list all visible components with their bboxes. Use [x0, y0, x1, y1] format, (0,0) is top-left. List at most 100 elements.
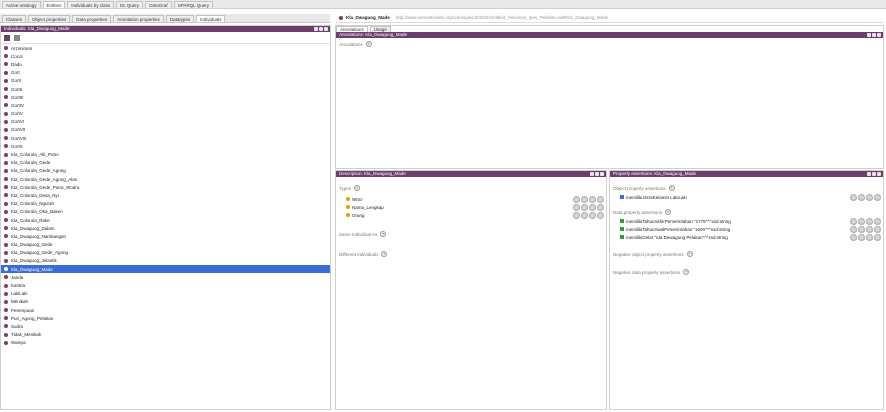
- individual-list-item[interactable]: Kla_Colorola_Oka_Baken: [1, 208, 330, 216]
- individual-label: Cocol: [11, 53, 23, 59]
- individual-list-item[interactable]: GortII: [1, 85, 330, 93]
- individual-list-item[interactable]: Kla_Dwaguog_Gede_Agong: [1, 249, 330, 257]
- individual-label: Kastria: [11, 283, 26, 289]
- individual-list-item[interactable]: Kla_Colorola_Desa_Nyi: [1, 191, 330, 199]
- individual-list-item[interactable]: Kla_Dwaguog_Dalam: [1, 224, 330, 232]
- class-icon: [346, 197, 350, 201]
- individual-label: Puri_Agong_Pelakan: [11, 315, 54, 321]
- same-individual-label: Same Individual As: [339, 231, 378, 237]
- different-individuals-label: Different Individuals: [339, 251, 379, 257]
- individual-label: Kla_Colorola_Gede: [11, 160, 51, 166]
- delete-individual-icon[interactable]: [14, 34, 20, 41]
- individual-list-item[interactable]: Tidak_Menikah: [1, 331, 330, 339]
- tab-annotation-properties[interactable]: Annotation properties: [113, 14, 164, 22]
- individual-list-item[interactable]: Kla_Colorola_Gede_Agong: [1, 167, 330, 175]
- individual-list-item[interactable]: Kla_Dwaguog_Nambangan: [1, 232, 330, 240]
- tab-ontograf[interactable]: OntoGraf: [145, 0, 172, 8]
- tab-active-ontology[interactable]: Active ontology: [2, 0, 41, 8]
- individual-list-item[interactable]: Kla_Dwaguog_Jelantik: [1, 257, 330, 265]
- type-item[interactable]: Nama_Lengkap: [346, 203, 606, 211]
- individual-list-item[interactable]: Kla_Colorola_Alit_Putro: [1, 150, 330, 158]
- individual-list-item[interactable]: Cocol: [1, 52, 330, 60]
- individual-icon: [4, 283, 8, 288]
- individual-label: Janda: [11, 274, 24, 280]
- add-negative-object-property-icon[interactable]: +: [686, 251, 693, 257]
- individual-label: GortVI: [11, 119, 25, 125]
- individual-list-item[interactable]: LakiLaki: [1, 290, 330, 298]
- add-same-individual-icon[interactable]: +: [380, 231, 387, 237]
- individual-list-item[interactable]: GortVIII: [1, 134, 330, 142]
- individual-list-item[interactable]: Kla_Colorola_Gede_Agong_Alas: [1, 175, 330, 183]
- individual-list-item[interactable]: GortVII: [1, 126, 330, 134]
- add-negative-data-property-icon[interactable]: +: [683, 269, 690, 275]
- types-list: Wrtcr Nama_Lengkap Orang: [336, 195, 606, 219]
- tab-data-properties[interactable]: Data properties: [72, 14, 112, 22]
- individual-list-item[interactable]: Perempuan: [1, 306, 330, 314]
- add-type-icon[interactable]: +: [354, 185, 361, 191]
- add-object-property-icon[interactable]: +: [668, 185, 675, 191]
- panel-window-controls[interactable]: [867, 172, 881, 176]
- individual-label: Kla_Colorola_Desa_Nyi: [11, 192, 59, 198]
- individual-icon: [4, 340, 8, 345]
- individual-list-item[interactable]: Waisya: [1, 339, 330, 347]
- panel-window-controls[interactable]: [314, 27, 328, 31]
- individual-list-item[interactable]: Menikah: [1, 298, 330, 306]
- tab-object-properties[interactable]: Object properties: [28, 14, 71, 22]
- individual-list-item[interactable]: GortIII: [1, 93, 330, 101]
- tab-individuals[interactable]: Individuals: [196, 14, 226, 22]
- individual-label: Sudra: [11, 323, 24, 329]
- individual-list-item[interactable]: Kla_Colorola_Gede: [1, 159, 330, 167]
- individual-list-item[interactable]: Arzimirans: [1, 44, 330, 52]
- panel-window-controls[interactable]: [590, 172, 604, 176]
- tab-dl-query[interactable]: DL Query: [116, 0, 144, 8]
- individual-label: Kla_Dwaguog_Jelantik: [11, 258, 57, 264]
- add-data-property-icon[interactable]: +: [665, 209, 672, 215]
- individual-label: Gort: [11, 70, 20, 76]
- type-item[interactable]: Wrtcr: [346, 195, 606, 203]
- tab-individuals-by-class[interactable]: Individuals by class: [67, 0, 115, 8]
- tab-datatypes[interactable]: Datatypes: [165, 14, 195, 22]
- object-property-item[interactable]: memilikiJenisKelamin LakiLaki: [610, 193, 883, 201]
- tab-entities[interactable]: Entities: [42, 0, 66, 8]
- add-individual-icon[interactable]: [4, 34, 10, 41]
- individual-list-item[interactable]: Kla_Dwaguog_Gede: [1, 241, 330, 249]
- individual-list-item[interactable]: Kla_Colorola_Gede_Putra_Wodra: [1, 183, 330, 191]
- individual-list-item[interactable]: Puri_Agong_Pelakan: [1, 314, 330, 322]
- different-individuals-section: Different Individuals +: [339, 251, 606, 257]
- individual-list-item[interactable]: GortI: [1, 77, 330, 85]
- individual-label: Kla_Dwaguog_Gede: [11, 242, 53, 248]
- individual-label: Perempuan: [11, 307, 35, 313]
- data-property-icon: [620, 227, 624, 231]
- add-annotation-icon[interactable]: +: [365, 41, 372, 47]
- individual-list-item[interactable]: Kastria: [1, 281, 330, 289]
- individual-list-item[interactable]: Kla_Dwaguog_Made: [1, 265, 330, 274]
- individual-list-item[interactable]: GortIV: [1, 101, 330, 109]
- individual-icon: [4, 95, 8, 100]
- data-property-item[interactable]: memilikiGelar "Ida Dewagung Pelakan"^^xs…: [610, 233, 883, 241]
- data-property-item[interactable]: memilikiTahunAkhirPemerintahan "1775"^^x…: [610, 217, 883, 225]
- type-item[interactable]: Orang: [346, 211, 606, 219]
- tab-classes[interactable]: Classes: [2, 14, 27, 22]
- add-different-individual-icon[interactable]: +: [381, 251, 388, 257]
- individual-list-item[interactable]: Janda: [1, 273, 330, 281]
- individual-label: Dadu: [11, 61, 22, 67]
- individual-list-item[interactable]: Kla_Colorola_Rake: [1, 216, 330, 224]
- individuals-list: Arzimirans Cocol Dadu Gort GortI GortII GortII…: [1, 44, 330, 347]
- individual-list-item[interactable]: Dadu: [1, 60, 330, 68]
- individual-list-item[interactable]: GortVI: [1, 118, 330, 126]
- individual-list-item[interactable]: Kla_Colorola_Ngurah: [1, 200, 330, 208]
- individual-icon: [4, 308, 8, 313]
- panel-window-controls[interactable]: [867, 33, 881, 37]
- description-panel-title: Description: Kla_Dwaguog_Made: [339, 171, 406, 176]
- individual-icon: [4, 168, 8, 173]
- individual-label: Kla_Dwaguog_Made: [11, 266, 53, 272]
- individual-list-item[interactable]: Sudra: [1, 322, 330, 330]
- individual-icon: [4, 152, 8, 157]
- individual-list-item[interactable]: GortV: [1, 110, 330, 118]
- individual-icon: [4, 226, 8, 231]
- individual-list-item[interactable]: GortX: [1, 142, 330, 150]
- individual-icon: [4, 160, 8, 165]
- individual-list-item[interactable]: Gort: [1, 69, 330, 77]
- data-property-item[interactable]: memilikiTahunAwalPemerintahan "1600"^^xs…: [610, 225, 883, 233]
- tab-sparql-query[interactable]: SPARQL Query: [173, 0, 213, 8]
